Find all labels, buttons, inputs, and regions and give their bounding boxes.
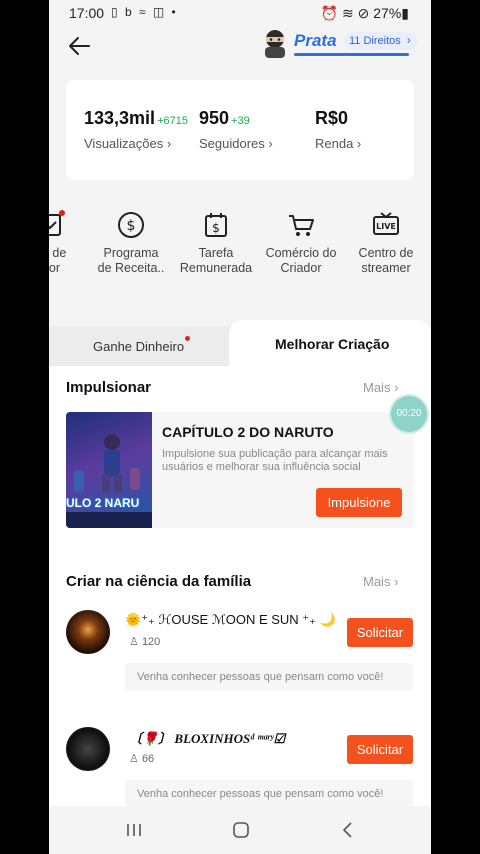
stat-value: 133,3mil (84, 108, 156, 128)
stat-value: R$0 (315, 108, 349, 128)
tabs-bar: Ganhe Dinheiro Melhorar Criação (49, 320, 431, 366)
thumbnail-title: ULO 2 NARU (66, 496, 140, 510)
tab-label: Ganhe Dinheiro (93, 339, 185, 354)
tool-creator-commerce[interactable]: Comércio do Criador (261, 210, 341, 276)
tool-label: de Receita.. (97, 261, 165, 275)
boost-more-link[interactable]: Mais › (363, 380, 398, 395)
chevron-right-icon: › (394, 380, 399, 395)
svg-text:$: $ (212, 221, 220, 235)
member-count: ♙ 66 (129, 752, 154, 765)
family-message: Venha conhecer pessoas que pensam como v… (125, 663, 413, 691)
top-bar: Prata 11 Direitos (49, 26, 431, 66)
tool-revenue-program[interactable]: $ Programa de Receita.. (91, 210, 171, 276)
member-count: ♙ 120 (129, 635, 160, 648)
tool-label: streamer (361, 261, 411, 275)
tool-label: Criador (280, 261, 322, 275)
tab-earn-money[interactable]: Ganhe Dinheiro (49, 326, 239, 366)
system-icons: ⏰ ≋ ⊘ 27%▮ (320, 5, 409, 21)
notification-icons: ▯ b ≈ ◫ • (111, 5, 178, 19)
tool-label: Programa (103, 246, 159, 260)
tool-label: dor (49, 261, 61, 275)
timer-bubble[interactable]: 00:20 (391, 396, 427, 432)
stat-followers[interactable]: 950 +39 Seguidores › (199, 108, 273, 151)
tool-label: Tarefa (198, 246, 234, 260)
badge-icon (49, 210, 65, 236)
boost-card[interactable]: ULO 2 NARU CAPÍTULO 2 DO NARUTO Impulsio… (66, 412, 414, 528)
tab-label: Melhorar Criação (275, 336, 390, 352)
tool-paid-task[interactable]: $ Tarefa Remunerada (176, 210, 256, 276)
family-name: 🌞⁺₊ ℋOUSE ℳOON E SUN ⁺₊ 🌙 (125, 612, 336, 627)
member-count-value: 66 (141, 753, 155, 765)
boost-card-title: CAPÍTULO 2 DO NARUTO (162, 424, 334, 440)
dollar-calendar-icon: $ (205, 213, 227, 237)
stat-delta: +39 (231, 115, 250, 127)
tool-badges[interactable]: as dedor (49, 210, 91, 276)
notification-dot-icon (185, 336, 190, 341)
tool-streamer-center[interactable]: LIVE Centro de streamer (346, 210, 426, 276)
status-bar: 17:00 ▯ b ≈ ◫ • ⏰ ≋ ⊘ 27%▮ (49, 0, 431, 26)
family-name: 〔🌹〕 BLOXINHOSᵈ ᵐᵃʳʸ☑ (129, 731, 286, 746)
stats-card: 133,3mil +6715 Visualizações › 950 +39 Seg… (66, 80, 414, 180)
family-avatar[interactable] (66, 727, 110, 771)
nav-back-icon[interactable] (341, 821, 355, 839)
family-message: Venha conhecer pessoas que pensam como v… (125, 780, 413, 808)
system-nav-bar (49, 806, 431, 854)
tools-row: as dedor $ Programade Receita.. $ Tarefa… (49, 210, 431, 290)
tool-label: Remunerada (179, 261, 253, 275)
boost-title: Impulsionar (66, 379, 152, 396)
phone-screen: 17:00 ▯ b ≈ ◫ • ⏰ ≋ ⊘ 27%▮ Prata 11 Dire… (49, 0, 431, 854)
chevron-right-icon: › (394, 574, 399, 589)
tab-content: Impulsionar Mais › ULO 2 NARU CAPÍTULO 2… (49, 366, 431, 808)
member-count-value: 120 (141, 636, 161, 648)
request-button[interactable]: Solicitar (347, 618, 413, 647)
tool-label: as de (49, 246, 67, 260)
tool-label: Centro de (358, 246, 414, 260)
back-arrow-icon[interactable] (65, 32, 93, 60)
stat-income[interactable]: R$0 Renda › (315, 108, 361, 151)
more-label: Mais (363, 574, 391, 589)
status-time: 17:00 (69, 5, 105, 21)
rights-badge[interactable]: 11 Direitos (344, 32, 417, 50)
family-title: Criar na ciência da família (66, 573, 252, 590)
tab-improve-creation[interactable]: Melhorar Criação (229, 320, 431, 366)
boost-card-description: Impulsione sua publicação para alcançar … (162, 448, 388, 473)
stat-label: Renda › (315, 136, 362, 151)
family-avatar[interactable] (66, 610, 110, 654)
tier-underline (294, 53, 409, 56)
family-more-link[interactable]: Mais › (363, 574, 398, 589)
stat-views[interactable]: 133,3mil +6715 Visualizações › (84, 108, 188, 151)
request-button[interactable]: Solicitar (347, 735, 413, 764)
person-icon: ♙ (129, 636, 139, 648)
person-icon: ♙ (129, 753, 139, 765)
home-icon[interactable] (232, 821, 250, 839)
stat-label: Seguidores › (199, 136, 273, 151)
tool-label: Comércio do (265, 246, 337, 260)
svg-text:$: $ (127, 218, 136, 234)
character-art-icon (66, 434, 152, 528)
cart-icon (289, 215, 314, 236)
stat-value: 950 (199, 108, 230, 128)
tier-label[interactable]: Prata (294, 31, 337, 51)
stat-delta: +6715 (157, 115, 188, 127)
boost-button[interactable]: Impulsione (316, 488, 402, 517)
recent-apps-icon[interactable] (125, 822, 143, 838)
svg-text:LIVE: LIVE (376, 222, 396, 231)
dollar-circle-icon: $ (118, 212, 144, 238)
live-tv-icon: LIVE (373, 212, 399, 235)
ninja-avatar-icon[interactable] (261, 28, 289, 58)
stat-label: Visualizações › (84, 136, 172, 151)
more-label: Mais (363, 380, 391, 395)
video-thumbnail[interactable]: ULO 2 NARU (66, 412, 152, 528)
